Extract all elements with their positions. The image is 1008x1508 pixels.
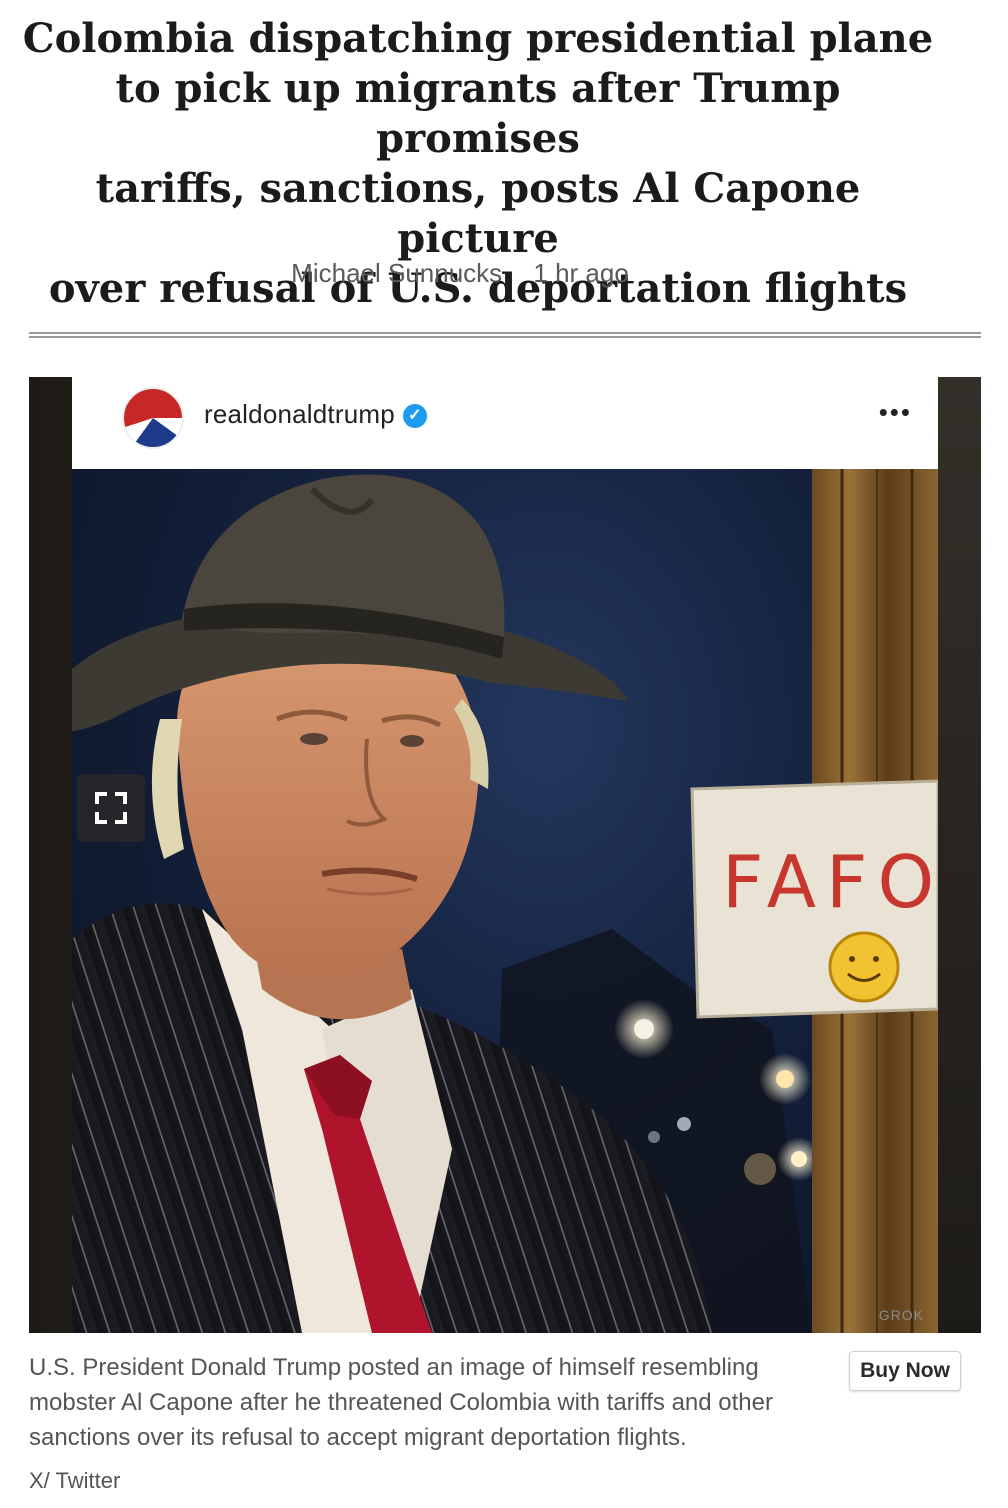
social-post-screenshot: realdonaldtrump ✓ ••• FAFO GROK	[72, 377, 938, 1333]
post-photo: FAFO GROK	[72, 469, 938, 1333]
headline-line: tariffs, sanctions, posts Al Capone pict…	[95, 165, 861, 262]
headline-line: to pick up migrants after Trump promises	[115, 65, 841, 162]
image-caption: U.S. President Donald Trump posted an im…	[29, 1354, 773, 1451]
author-name[interactable]: Michael Sunnucks	[291, 258, 502, 288]
grok-watermark: GROK	[878, 1307, 924, 1323]
article-image[interactable]: realdonaldtrump ✓ ••• FAFO GROK	[29, 377, 981, 1333]
publish-time: 1 hr ago	[533, 258, 629, 288]
image-side-edge	[938, 377, 981, 1333]
image-credit: X/ Twitter	[29, 1468, 121, 1493]
headline-line: Colombia dispatching presidential plane	[22, 15, 934, 62]
smiley-face-icon	[828, 931, 900, 1003]
verified-badge-icon: ✓	[402, 404, 427, 429]
byline: Michael Sunnucks 1 hr ago	[0, 258, 920, 289]
photo-illustration: FAFO	[72, 469, 938, 1333]
expand-corners-icon	[95, 792, 127, 824]
sign-text: FAFO	[722, 840, 938, 924]
divider	[29, 332, 981, 338]
fafo-sign: FAFO	[690, 779, 938, 1019]
buy-now-button[interactable]: Buy Now	[849, 1351, 961, 1391]
username-text: realdonaldtrump	[204, 399, 395, 429]
post-header: realdonaldtrump ✓ •••	[72, 377, 938, 469]
more-options-icon: •••	[878, 397, 912, 427]
flag-portrait-avatar	[122, 387, 184, 449]
post-username: realdonaldtrump ✓	[204, 399, 427, 430]
fullscreen-expand-icon[interactable]	[77, 774, 145, 842]
